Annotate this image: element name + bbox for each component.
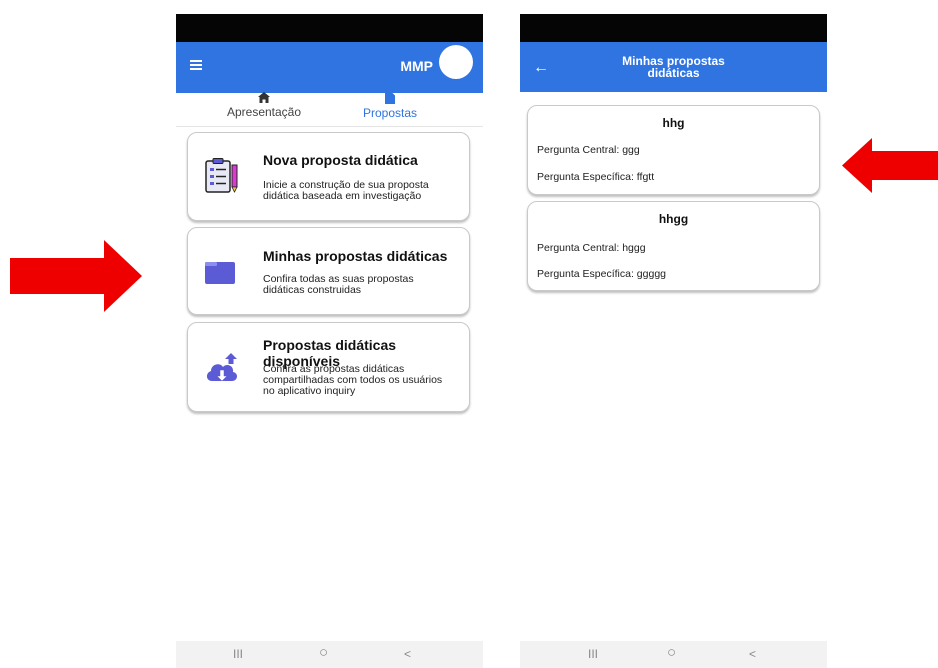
back-button[interactable]: < [404, 647, 411, 661]
avatar[interactable] [439, 45, 473, 79]
pergunta-especifica: Pergunta Específica: ggggg [537, 268, 667, 280]
back-button[interactable]: < [749, 647, 756, 661]
clipboard-checklist-icon [205, 158, 238, 193]
home-button[interactable]: ○ [319, 644, 328, 661]
card-description: Confira todas as suas propostas didática… [263, 273, 414, 296]
recent-apps-button[interactable]: III [588, 647, 598, 661]
system-nav-bar: III ○ < [520, 641, 827, 668]
card-description: Inicie a construção de sua proposta didá… [263, 179, 429, 202]
app-bar: MMP [176, 42, 483, 93]
pergunta-central: Pergunta Central: hggg [537, 242, 646, 254]
card-nova-proposta[interactable]: Nova proposta didática Inicie a construç… [187, 132, 470, 221]
proposal-title: hhgg [658, 212, 689, 226]
tab-label: Apresentação [226, 105, 302, 119]
recent-apps-button[interactable]: III [233, 647, 243, 661]
right-phone-screen: ← Minhas propostas didáticas hhg Pergunt… [520, 14, 827, 668]
card-title: Minhas propostas didáticas [263, 248, 448, 264]
tab-apresentacao[interactable]: Apresentação [204, 92, 324, 119]
system-nav-bar: III ○ < [176, 641, 483, 668]
proposal-card[interactable]: hhgg Pergunta Central: hggg Pergunta Esp… [527, 201, 820, 291]
tab-bar: Apresentação Propostas [176, 90, 483, 127]
status-bar [520, 14, 827, 42]
tab-label: Propostas [362, 106, 418, 120]
proposal-card[interactable]: hhg Pergunta Central: ggg Pergunta Espec… [527, 105, 820, 195]
cloud-upload-download-icon [206, 353, 238, 382]
status-bar [176, 14, 483, 42]
left-phone-screen: MMP Apresentação Propostas Nova proposta… [176, 14, 483, 668]
proposal-title: hhg [662, 116, 685, 130]
tab-propostas[interactable]: Propostas [330, 92, 450, 120]
card-propostas-disponiveis[interactable]: Propostas didáticas disponíveis Confira … [187, 322, 470, 412]
hamburger-menu-icon[interactable] [190, 60, 202, 70]
pergunta-central: Pergunta Central: ggg [537, 144, 640, 156]
home-button[interactable]: ○ [667, 644, 676, 661]
pergunta-especifica: Pergunta Específica: ffgtt [537, 171, 655, 183]
card-title: Nova proposta didática [263, 152, 418, 168]
right-pointing-arrow [10, 240, 142, 312]
app-bar: ← Minhas propostas didáticas [520, 42, 827, 92]
user-initials: MMP [400, 58, 433, 74]
left-pointing-arrow [842, 138, 938, 193]
page-title: Minhas propostas didáticas [622, 54, 725, 80]
document-icon [385, 92, 395, 104]
card-description: Confira as propostas didáticas compartil… [263, 363, 443, 397]
home-icon [258, 92, 270, 103]
folder-icon [205, 262, 235, 284]
card-minhas-propostas[interactable]: Minhas propostas didáticas Confira todas… [187, 227, 470, 315]
